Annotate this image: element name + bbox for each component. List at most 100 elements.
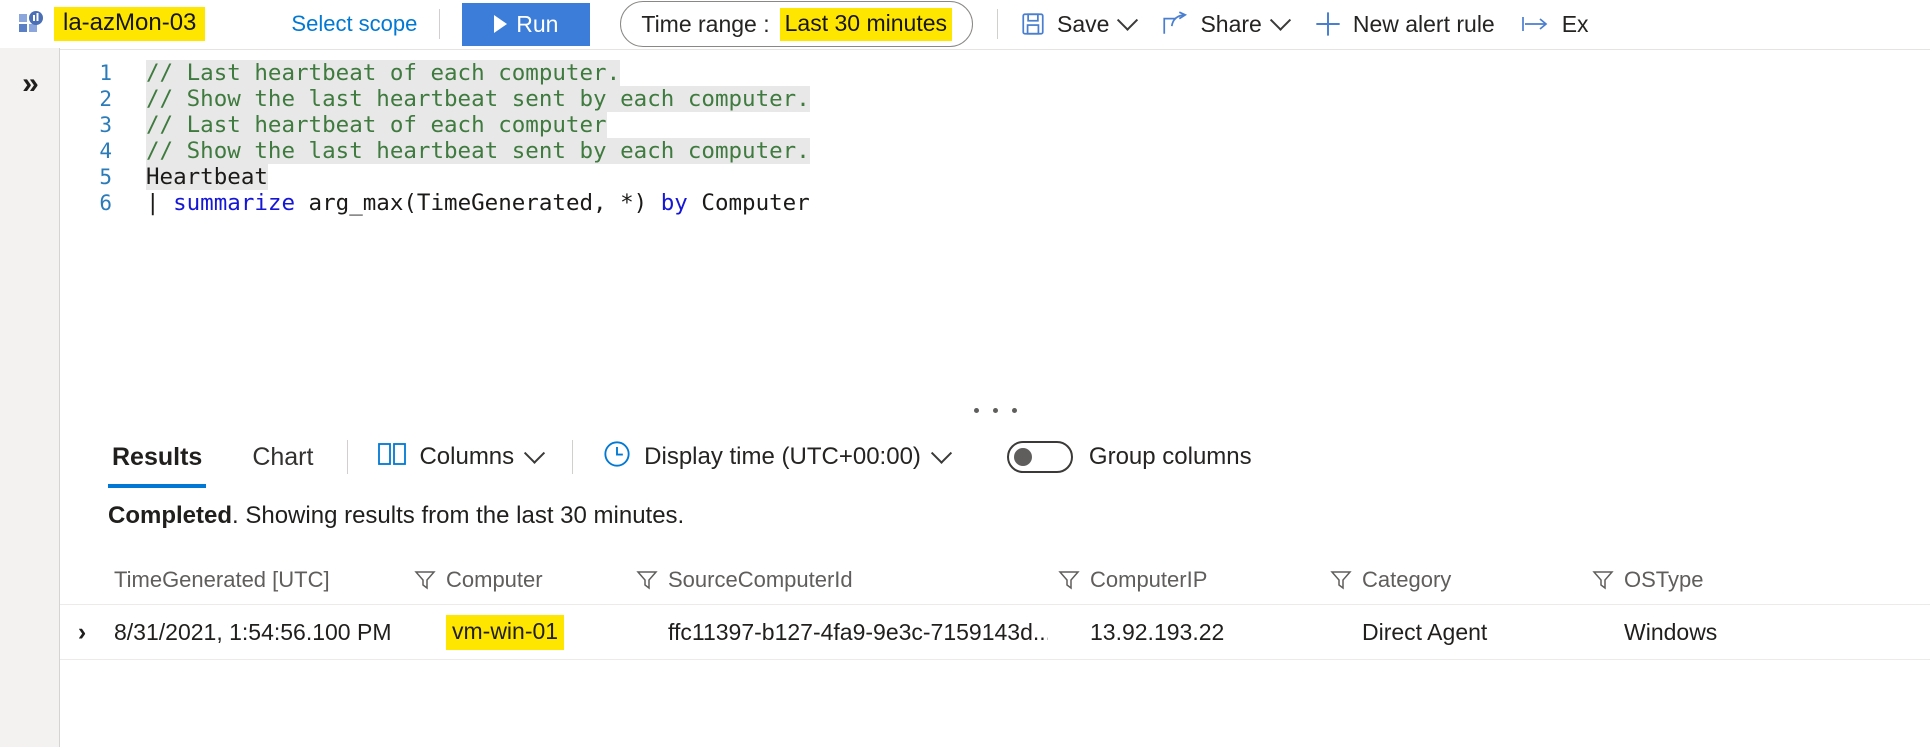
cell-sourcecomputerid: ffc11397-b127-4fa9-9e3c-7159143d... [668,618,1048,645]
line-text: // Last heartbeat of each computer [146,112,607,138]
editor-line: 2 // Show the last heartbeat sent by eac… [60,86,1930,112]
time-range-value: Last 30 minutes [779,7,953,41]
column-header-ostype[interactable]: OSType [1624,556,1824,604]
line-number: 2 [99,87,112,111]
editor-line: 3 // Last heartbeat of each computer [60,112,1930,138]
expr-token: arg_max(TimeGenerated, *) [295,190,661,216]
line-text: | summarize arg_max(TimeGenerated, *) by… [146,190,810,216]
line-number: 1 [99,61,112,85]
line-text: // Show the last heartbeat sent by each … [146,138,810,164]
results-divider-1 [347,440,349,474]
columns-button[interactable]: Columns [378,442,546,472]
tab-chart[interactable]: Chart [248,426,317,488]
table-header-row: TimeGenerated [UTC] Computer SourceCompu… [60,556,1930,604]
chevron-down-icon [1117,9,1139,31]
clock-icon [603,440,631,475]
line-number: 4 [99,139,112,163]
cell-computerip: 13.92.193.22 [1090,618,1225,645]
pipe-token: | [146,190,160,216]
share-icon [1161,11,1189,37]
run-label: Run [516,10,559,37]
display-time-button[interactable]: Display time (UTC+00:00) [603,440,953,475]
time-range-picker[interactable]: Time range : Last 30 minutes [620,1,974,47]
keyword-summarize: summarize [173,190,296,216]
results-divider-2 [572,440,574,474]
save-icon [1020,11,1046,37]
time-range-label: Time range : [641,10,770,37]
filter-icon[interactable] [404,569,446,591]
cell-computer-value: vm-win-01 [446,614,565,650]
left-rail: » [0,48,60,747]
columns-label: Columns [419,443,515,470]
editor-line: 1 // Last heartbeat of each computer. [60,60,1930,86]
line-number: 5 [99,165,112,189]
cell-timegenerated: 8/31/2021, 1:54:56.100 PM [114,618,392,645]
results-toolbar: Results Chart Columns Display time (UTC+… [60,426,1930,488]
group-columns-control[interactable]: Group columns [1006,441,1252,473]
filter-icon[interactable] [1320,569,1362,591]
results-table: TimeGenerated [UTC] Computer SourceCompu… [60,556,1930,660]
cell-computer: vm-win-01 [446,605,626,659]
column-header-category[interactable]: Category [1362,556,1582,604]
editor-line: 6 | summarize arg_max(TimeGenerated, *) … [60,190,1930,216]
play-icon [494,15,508,33]
export-label: Ex [1561,10,1589,37]
results-panel: Results Chart Columns Display time (UTC+… [60,426,1930,747]
select-scope-button[interactable]: Select scope [291,11,417,37]
chevron-down-icon [1269,9,1291,31]
export-icon [1521,13,1551,35]
share-button[interactable]: Share [1161,9,1291,38]
log-analytics-query-page: la-azMon-03 Select scope Run Time range … [0,0,1930,747]
log-analytics-icon [16,10,46,38]
column-header-sourcecomputerid[interactable]: SourceComputerId [668,556,1048,604]
line-text: Heartbeat [146,164,268,190]
line-text: // Show the last heartbeat sent by each … [146,86,810,112]
tail-token: Computer [687,190,810,216]
tab-chart-label: Chart [252,442,314,471]
chevron-down-icon [524,442,546,464]
keyword-by: by [660,190,688,216]
line-number: 6 [99,191,112,215]
save-button[interactable]: Save [1020,9,1139,38]
save-label: Save [1057,10,1110,37]
splitter-handle-icon[interactable] [973,407,1017,413]
double-chevron-right-icon: » [22,67,39,100]
run-button[interactable]: Run [462,2,591,46]
panel-splitter[interactable] [60,394,1930,426]
tab-results[interactable]: Results [108,426,207,488]
editor-line: 4 // Show the last heartbeat sent by eac… [60,138,1930,164]
columns-icon [378,442,407,472]
table-row[interactable]: › 8/31/2021, 1:54:56.100 PM vm-win-01 ff… [60,604,1930,660]
line-number: 3 [99,113,112,137]
toolbar-divider-2 [997,9,999,39]
group-columns-label: Group columns [1088,443,1252,470]
tab-results-label: Results [112,442,203,471]
filter-icon[interactable] [1582,569,1624,591]
display-time-label: Display time (UTC+00:00) [644,443,921,470]
status-detail: . Showing results from the last 30 minut… [232,502,685,529]
group-columns-toggle[interactable] [1006,441,1073,473]
export-button[interactable]: Ex [1521,11,1589,38]
workspace-name[interactable]: la-azMon-03 [54,6,206,42]
cell-ostype: Windows [1624,618,1718,645]
plus-icon [1314,10,1342,38]
new-alert-rule-label: New alert rule [1352,10,1495,37]
chevron-down-icon [930,442,953,464]
expand-sidebar-button[interactable]: » [0,62,59,106]
column-header-computer[interactable]: Computer [446,556,626,604]
filter-icon[interactable] [626,569,668,591]
column-header-computerip[interactable]: ComputerIP [1090,556,1320,604]
top-toolbar: la-azMon-03 Select scope Run Time range … [0,0,1930,48]
query-editor[interactable]: 1 // Last heartbeat of each computer. 2 … [60,49,1930,394]
query-status: Completed. Showing results from the last… [60,502,1930,530]
editor-line: 5 Heartbeat [60,164,1930,190]
row-expand-icon[interactable]: › [60,618,104,647]
line-text: // Last heartbeat of each computer. [146,60,621,86]
column-header-timegenerated[interactable]: TimeGenerated [UTC] [104,556,404,604]
new-alert-rule-button[interactable]: New alert rule [1314,10,1495,38]
status-state: Completed [108,502,233,529]
share-label: Share [1200,10,1262,37]
cell-category: Direct Agent [1362,618,1488,645]
filter-icon[interactable] [1048,569,1090,591]
toolbar-divider-1 [439,9,441,39]
